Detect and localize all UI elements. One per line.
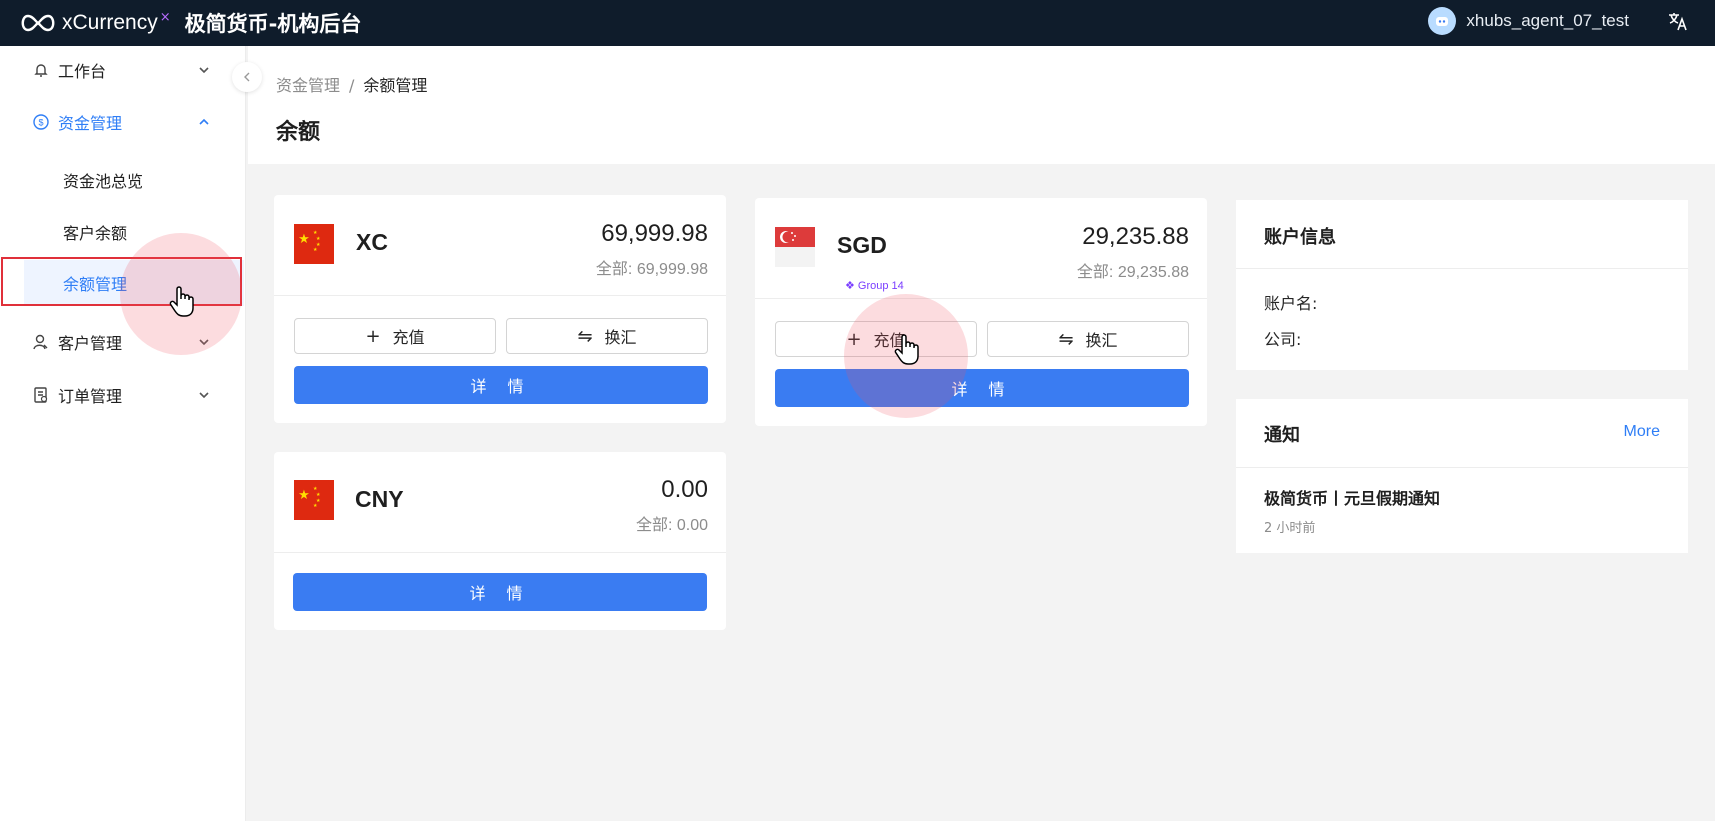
currency-amount: 29,235.88 [1082, 223, 1189, 250]
button-label: 充值 [392, 328, 425, 347]
breadcrumb-parent[interactable]: 资金管理 [276, 76, 340, 95]
translate-icon[interactable] [1667, 10, 1689, 32]
more-link[interactable]: More [1624, 423, 1660, 441]
sidebar-item-pool-overview[interactable]: 资金池总览 [24, 159, 244, 201]
account-info-panel: 账户信息 账户名: 公司: [1236, 200, 1688, 370]
sidebar-item-orders[interactable]: 订单管理 [0, 375, 245, 415]
currency-card-cny: ★ ★ ★ ★ ★ CNY 0.00 全部: 0.00 详 情 [274, 452, 726, 630]
group-tag: ❖ Group 14 [845, 280, 904, 292]
notice-panel: 通知 More 极简货币丨元旦假期通知 2 小时前 [1236, 399, 1688, 553]
chevron-down-icon [199, 67, 209, 74]
svg-text:★: ★ [313, 503, 318, 509]
currency-total: 全部: 69,999.98 [595, 261, 708, 278]
sidebar-item-label: 资金管理 [58, 114, 123, 133]
currency-code: CNY [355, 486, 404, 512]
singapore-flag-icon [775, 227, 815, 267]
panel-divider [1236, 268, 1688, 269]
sidebar-item-label: 客户管理 [58, 334, 123, 353]
detail-button[interactable]: 详 情 [294, 366, 708, 404]
logo-x-mark: × [159, 9, 171, 25]
infinity-logo-icon [21, 14, 55, 32]
robot-avatar-icon [1436, 17, 1449, 26]
page-header: 资金管理 / 余额管理 余额 [248, 46, 1715, 164]
exchange-button[interactable]: ⇋ 换汇 [987, 321, 1189, 357]
currency-code: SGD [837, 232, 887, 258]
exchange-button[interactable]: ⇋ 换汇 [506, 318, 708, 354]
username[interactable]: xhubs_agent_07_test [1466, 11, 1629, 31]
hand-cursor-icon [894, 334, 919, 365]
notice-title: 通知 [1264, 425, 1300, 446]
panel-divider [1236, 467, 1688, 468]
breadcrumb: 资金管理 / 余额管理 [276, 72, 427, 96]
sidebar: 工作台 $ 资金管理 资金池总览 客户余额 余额管理 客户管理 订单管理 [0, 46, 246, 821]
logo-text: xCurrency [62, 11, 158, 34]
user-icon [33, 334, 48, 350]
hand-cursor-icon [169, 286, 194, 317]
recharge-button[interactable]: + 充值 [294, 318, 496, 354]
currency-total: 全部: 29,235.88 [1076, 264, 1189, 281]
detail-button[interactable]: 详 情 [775, 369, 1189, 407]
breadcrumb-current: 余额管理 [363, 76, 428, 95]
sidebar-item-workbench[interactable]: 工作台 [0, 50, 245, 90]
bell-icon [34, 64, 48, 77]
currency-code: XC [356, 229, 388, 255]
china-flag-icon: ★ ★★ ★★ [294, 480, 334, 520]
sidebar-item-label: 工作台 [58, 62, 107, 81]
currency-card-sgd: SGD 29,235.88 全部: 29,235.88 + 充值 ⇋ 换汇 详 情 [755, 198, 1207, 426]
top-bar: xCurrency × 极简货币-机构后台 xhubs_agent_07_tes… [0, 0, 1715, 46]
currency-amount: 0.00 [661, 476, 708, 503]
button-label: 换汇 [604, 328, 637, 347]
currency-amount: 69,999.98 [601, 220, 708, 247]
notice-item-title[interactable]: 极简货币丨元旦假期通知 [1264, 485, 1440, 509]
plus-icon: + [365, 325, 381, 347]
chevron-down-icon [199, 392, 209, 399]
sidebar-item-funds[interactable]: $ 资金管理 [0, 102, 245, 142]
svg-text:★: ★ [298, 488, 310, 503]
dollar-circle-icon: $ [33, 114, 49, 130]
sidebar-item-label: 客户余额 [63, 224, 128, 243]
svg-text:★: ★ [313, 247, 318, 253]
swap-icon: ⇋ [577, 325, 593, 347]
logo[interactable]: xCurrency × [18, 9, 171, 35]
button-label: 换汇 [1085, 331, 1118, 350]
account-info-title: 账户信息 [1264, 227, 1336, 248]
svg-text:★: ★ [298, 232, 310, 247]
svg-text:$: $ [38, 118, 43, 128]
avatar[interactable] [1428, 7, 1457, 35]
currency-total: 全部: 0.00 [635, 517, 708, 534]
sidebar-item-label: 资金池总览 [63, 172, 144, 191]
card-divider [274, 295, 726, 296]
sidebar-item-label: 订单管理 [58, 387, 123, 406]
card-divider [274, 552, 726, 553]
detail-button[interactable]: 详 情 [293, 573, 707, 611]
breadcrumb-separator: / [349, 76, 355, 95]
currency-card-xc: ★ ★ ★ ★ ★ XC 69,999.98 全部: 69,999.98 + 充值 ⇋… [274, 195, 726, 423]
account-name-label: 账户名: [1264, 294, 1318, 313]
china-flag-icon: ★ ★★ ★★ [294, 224, 334, 264]
app-title: 极简货币-机构后台 [184, 12, 362, 36]
company-label: 公司: [1264, 330, 1302, 349]
page-title: 余额 [276, 120, 321, 145]
notice-item-time: 2 小时前 [1264, 521, 1316, 536]
chevron-up-icon [199, 118, 209, 125]
card-divider [755, 298, 1207, 299]
swap-icon: ⇋ [1058, 328, 1074, 350]
sidebar-collapse-button[interactable] [232, 62, 262, 92]
order-icon [34, 387, 48, 403]
chevron-left-icon [244, 72, 250, 82]
